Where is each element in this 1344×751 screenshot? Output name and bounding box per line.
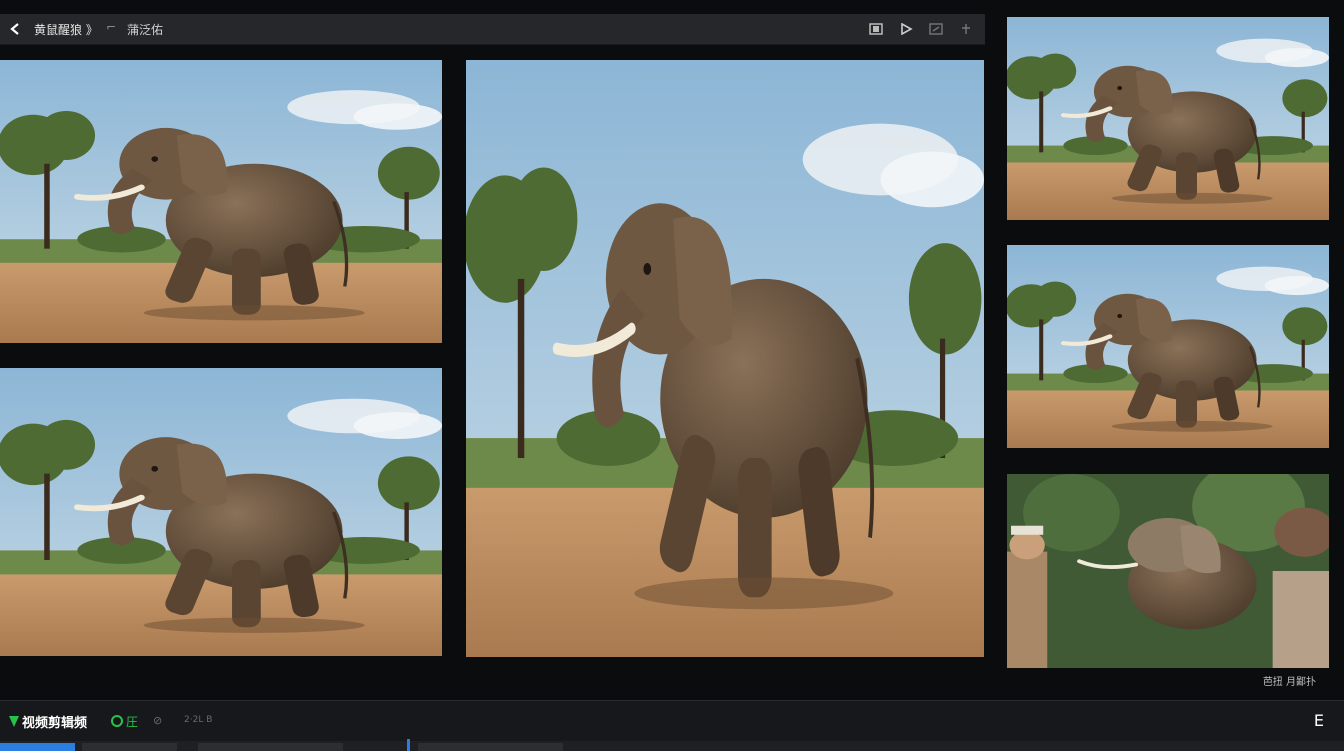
clip-top-left[interactable] [0,60,442,343]
app-logo-icon [8,713,20,727]
toolbar: 黄鼠醒狼 》 ⌐ 蒲泛佑 [0,14,985,45]
status-dot-icon [111,715,123,727]
playhead[interactable] [407,739,410,751]
panel-toggle-icon[interactable]: E [1314,711,1324,730]
breadcrumb-subtitle[interactable]: 蒲泛佑 [127,21,163,38]
status-label[interactable]: 圧 [126,713,138,730]
film-icon[interactable] [867,20,885,38]
toolbar-actions [867,20,975,38]
clip-right-3[interactable] [1007,474,1329,668]
clip-bottom-left[interactable] [0,368,442,656]
bottom-bar: 视频剪辑频 圧 ⊘ 2·2L B E [0,700,1344,751]
breadcrumb-title[interactable]: 黄鼠醒狼 》 [34,21,98,38]
back-arrow-icon[interactable] [8,21,24,37]
clip-right-1[interactable] [1007,17,1329,220]
disabled-icon[interactable]: ⊘ [153,714,162,727]
breadcrumb-separator: ⌐ [106,20,117,34]
pin-icon[interactable] [957,20,975,38]
clip-right-2[interactable] [1007,245,1329,448]
export-icon[interactable] [927,20,945,38]
play-icon[interactable] [897,20,915,38]
app-name: 视频剪辑频 [22,716,88,731]
time-label: 2·2L B [184,715,213,725]
clip-main[interactable] [466,60,984,657]
watermark: 芭扭 月鄙扑 [1262,677,1316,688]
